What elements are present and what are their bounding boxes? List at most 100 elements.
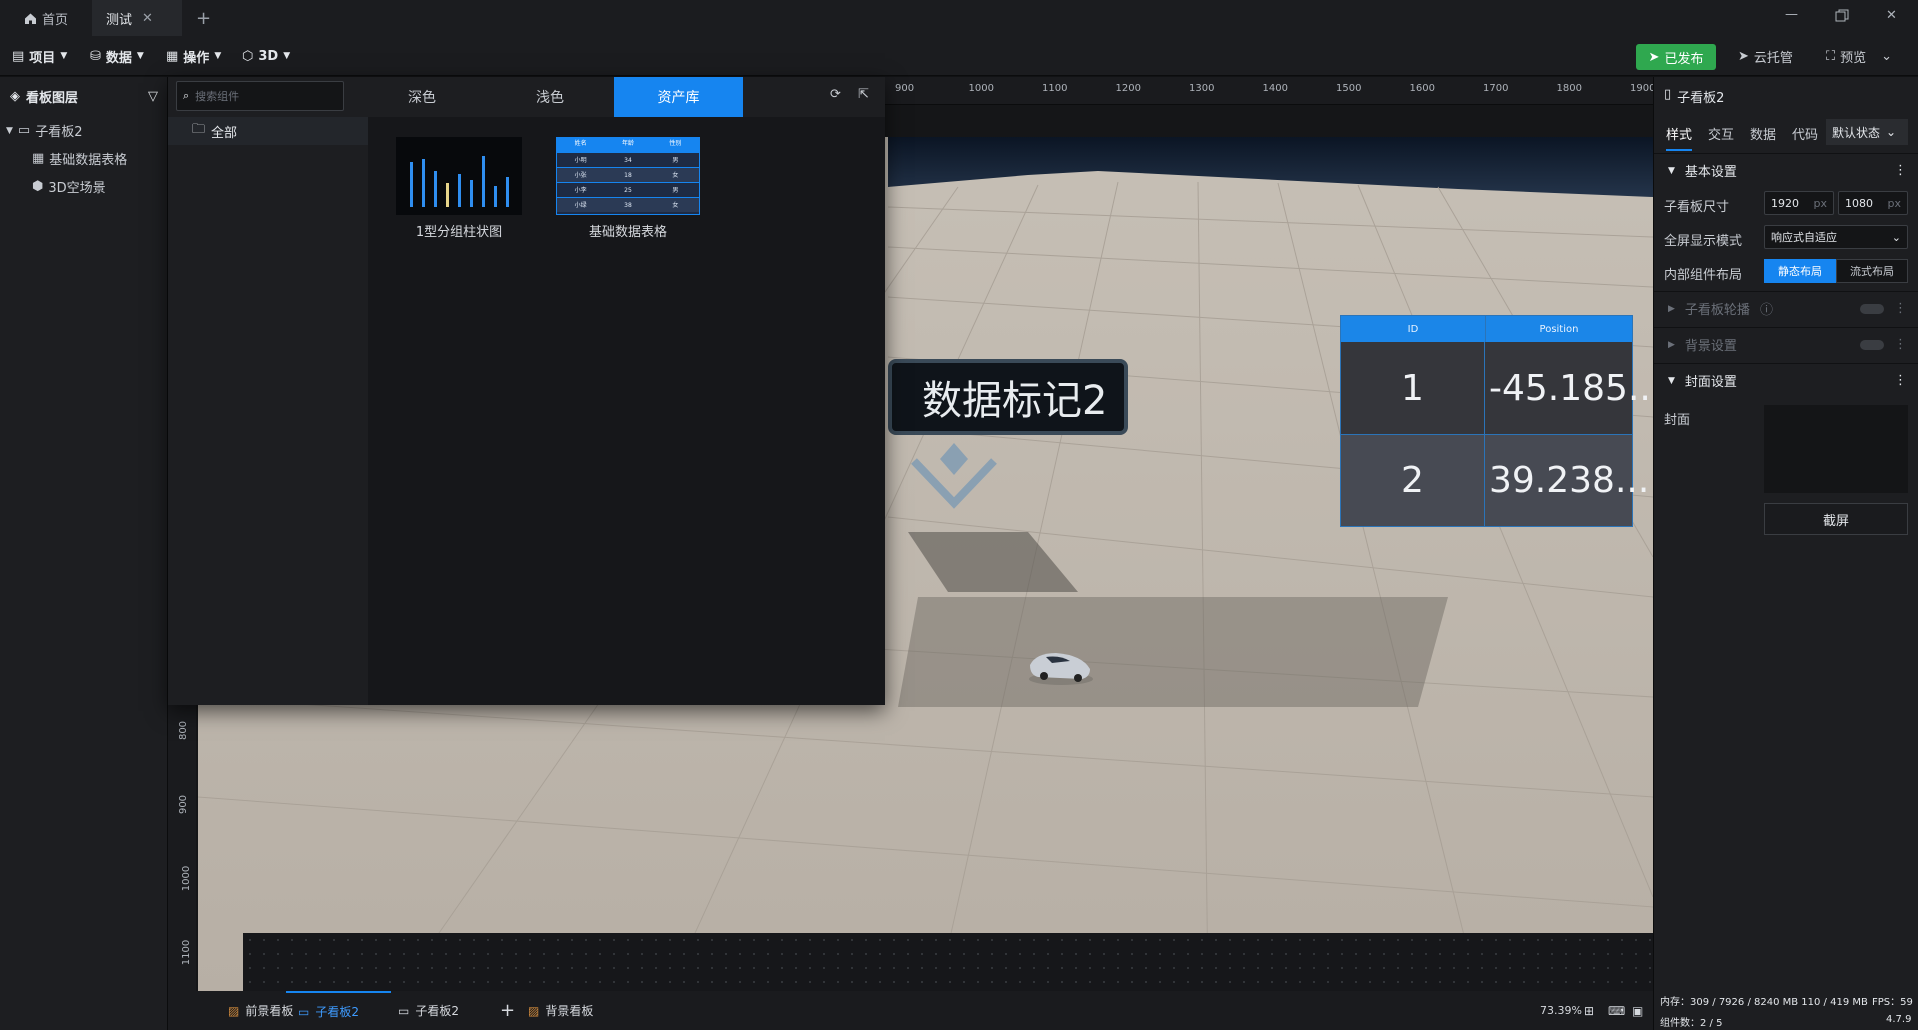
state-select[interactable]: 默认状态 ⌄ (1826, 119, 1908, 145)
height-value: 1080 (1845, 196, 1873, 210)
document-icon: ▤ (12, 48, 25, 64)
folder-label: 全部 (211, 125, 238, 141)
section-basic[interactable]: ▼ 基本设置 ⋮ (1654, 153, 1918, 187)
tab-data[interactable]: 数据 (1750, 124, 1776, 143)
data-marker-label: 数据标记2 (922, 378, 1108, 424)
close-window-icon[interactable]: ✕ (1886, 8, 1897, 23)
state-select-value: 默认状态 (1832, 125, 1881, 140)
terminal-icon[interactable]: ▣ (1632, 991, 1643, 1030)
layout-label: 内部组件布局 (1664, 268, 1743, 283)
search-input[interactable]: ⌕ 搜索组件 (176, 81, 344, 111)
tab-style[interactable]: 样式 (1666, 124, 1693, 151)
fullscreen-select[interactable]: 响应式自适应 ⌄ (1764, 225, 1908, 249)
tab-light[interactable]: 浅色 (486, 77, 614, 117)
asset-panel: ⌕ 搜索组件 深色 浅色 资产库 ⟳ ⇱ 🗀 全部 1型分组柱状图 姓名 年龄 … (168, 77, 885, 705)
keyboard-icon[interactable]: ⌨ (1608, 991, 1625, 1030)
tab-home[interactable]: 首页 (10, 0, 92, 36)
thumb-cell: 男 (672, 157, 679, 164)
add-board-icon[interactable]: + (500, 991, 515, 1030)
close-icon[interactable]: ✕ (142, 11, 153, 26)
board-icon: ▭ (298, 1004, 310, 1019)
tab-interaction[interactable]: 交互 (1708, 124, 1734, 143)
board-tab-active[interactable]: ▭ 子看板2 (286, 991, 391, 1030)
layer-root[interactable]: ▼ ▭ 子看板2 (6, 121, 83, 140)
layer-item[interactable]: ⬢ 3D空场景 (32, 177, 106, 196)
fit-screen-icon[interactable]: ⊞ (1584, 991, 1594, 1030)
refresh-icon[interactable]: ⟳ (830, 87, 841, 102)
asset-card-label: 基础数据表格 (588, 225, 667, 240)
menu-operate[interactable]: ▦ 操作 ▼ (166, 36, 221, 76)
ruler-tick: 1000 (181, 865, 193, 892)
section-background[interactable]: ▶ 背景设置 ⋮ (1654, 327, 1918, 361)
folder-item[interactable]: 🗀 全部 (168, 117, 368, 145)
properties-panel: ▯ 子看板2 样式 交互 数据 代码 默认状态 ⌄ ▼ 基本设置 ⋮ 子看板尺寸 1… (1653, 77, 1918, 1030)
menu-3d[interactable]: ⬡ 3D ▼ (242, 36, 290, 76)
more-icon[interactable]: ⋮ (1894, 163, 1907, 178)
scene-table[interactable]: ID Position 1 -45.185... 2 39.238... (1340, 315, 1653, 527)
thumb-cell: 34 (624, 157, 632, 164)
ruler-tick: 1800 (1556, 83, 1582, 94)
board-tab-background[interactable]: ▨ 背景看板 (528, 991, 593, 1030)
thumb-cell: 18 (624, 172, 632, 179)
menu-project[interactable]: ▤ 项目 ▼ (12, 36, 67, 76)
asset-card[interactable]: 姓名 年龄 性别 小明 34 男小张 18 女小李 25 男小绿 38 女 基础数据表格 (556, 137, 700, 241)
panel-title: ▯ 子看板2 (1664, 87, 1724, 106)
layer-item-label: 3D空场景 (48, 181, 106, 196)
layout-flow-button[interactable]: 流式布局 (1836, 259, 1908, 283)
table-cell: -45.185... (1485, 342, 1653, 434)
caret-down-icon: ▼ (1668, 375, 1675, 386)
caret-down-icon: ▼ (6, 125, 13, 136)
thumb-bar (470, 180, 473, 207)
more-icon[interactable]: ⋮ (1894, 301, 1907, 316)
cloud-button[interactable]: ➤ 云托管 (1738, 36, 1793, 76)
ruler-tick: 1200 (1115, 83, 1141, 94)
thumb-row: 小绿 38 女 (557, 197, 699, 212)
tab-asset-library[interactable]: 资产库 (614, 77, 743, 117)
section-cover[interactable]: ▼ 封面设置 ⋮ (1654, 363, 1918, 397)
filter-icon[interactable]: ▽ (148, 89, 158, 104)
left-ruler: 800 900 1000 1100 (168, 705, 196, 1030)
layout-static-button[interactable]: 静态布局 (1764, 259, 1836, 283)
toggle-switch[interactable] (1860, 339, 1884, 350)
publish-button[interactable]: ➤ 已发布 (1636, 44, 1716, 70)
board-tab-foreground[interactable]: ▨ 前景看板 (228, 991, 293, 1030)
export-icon[interactable]: ⇱ (858, 87, 869, 102)
tab-label: 测试 (106, 12, 133, 28)
search-icon: ⌕ (183, 89, 190, 102)
board-tab[interactable]: ▭ 子看板2 (398, 991, 459, 1030)
layer-item[interactable]: ▦ 基础数据表格 (32, 149, 127, 168)
caret-down-icon: ▼ (1668, 165, 1675, 176)
folder-list: 🗀 全部 (168, 117, 368, 705)
board-tab-label: 背景看板 (545, 1004, 594, 1018)
width-input[interactable]: 1920 px (1764, 191, 1834, 215)
database-icon: ⛁ (90, 48, 101, 64)
section-carousel[interactable]: ▶ 子看板轮播 ⓘ ⋮ (1654, 291, 1918, 325)
toggle-switch[interactable] (1860, 303, 1884, 314)
tab-dark[interactable]: 深色 (358, 77, 486, 117)
tab-test[interactable]: 测试 ✕ (92, 0, 182, 36)
zoom-level[interactable]: 73.39% (1540, 991, 1582, 1030)
thumb-row: 小张 18 女 (557, 167, 699, 182)
menu-data[interactable]: ⛁ 数据 ▼ (90, 36, 144, 76)
screenshot-button[interactable]: 截屏 (1764, 503, 1908, 535)
preview-button[interactable]: ⛶ 预览 ⌄ (1826, 36, 1892, 76)
header-cell: ID (1341, 316, 1486, 342)
more-icon[interactable]: ⋮ (1894, 337, 1907, 352)
ruler-tick: 1500 (1336, 83, 1362, 94)
height-input[interactable]: 1080 px (1838, 191, 1908, 215)
tab-code[interactable]: 代码 (1792, 124, 1818, 143)
menu-label: 数据 (105, 50, 132, 66)
car-model (1029, 653, 1093, 685)
add-tab-icon[interactable]: + (196, 8, 211, 29)
more-icon[interactable]: ⋮ (1894, 373, 1907, 388)
board-icon: ▭ (17, 123, 31, 138)
board-tab-label: 子看板2 (415, 1004, 459, 1018)
thumb-cell: 小绿 (574, 202, 587, 209)
restore-icon[interactable] (1835, 9, 1849, 23)
asset-card[interactable]: 1型分组柱状图 (396, 137, 522, 241)
menu-label: 3D (258, 48, 279, 64)
minimize-icon[interactable]: — (1785, 7, 1798, 22)
send-icon: ➤ (1648, 49, 1660, 65)
thumb-cell: 小明 (574, 157, 587, 164)
data-marker[interactable]: 数据标记2 (888, 359, 1128, 435)
